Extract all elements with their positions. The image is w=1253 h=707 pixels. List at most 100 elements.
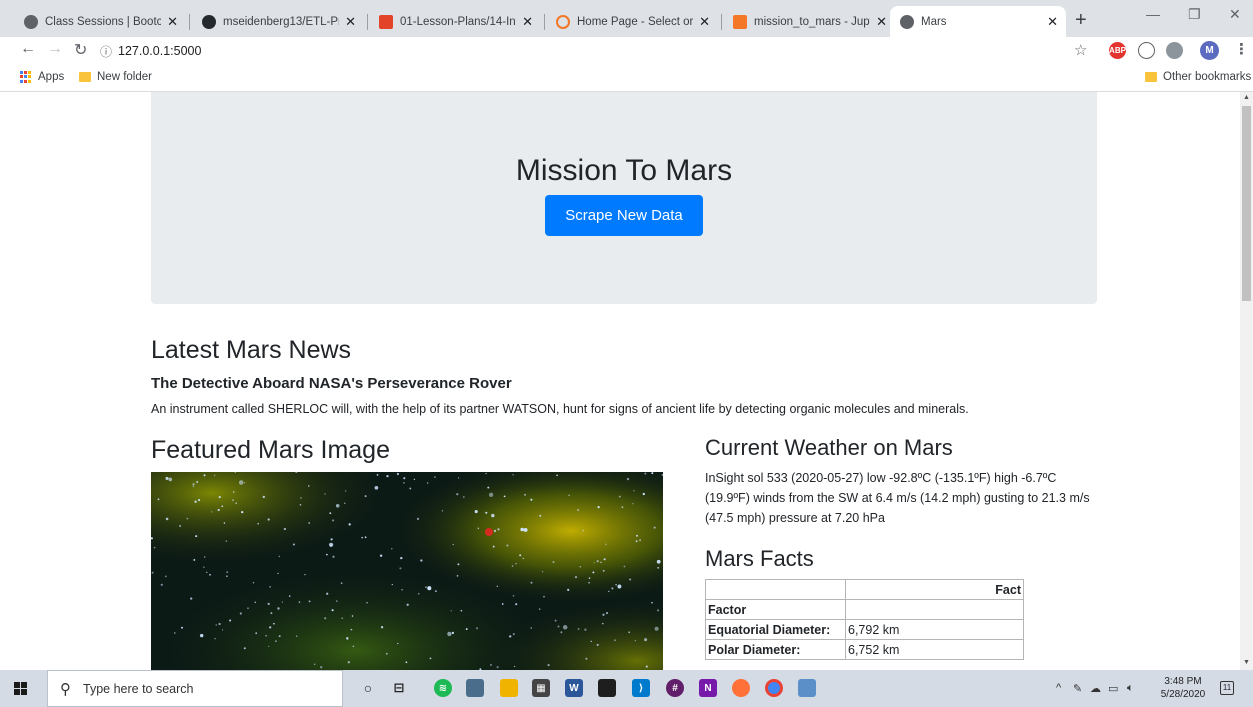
window-close-button[interactable]: ✕ [1229,6,1241,23]
featured-mars-image [151,472,663,670]
forward-button[interactable]: → [47,40,63,58]
tab-separator [189,14,190,30]
task-view-icon[interactable]: ⊟ [390,679,408,697]
adblock-extension-icon[interactable]: ABP [1109,42,1126,59]
info-icon[interactable]: ⓘ [100,43,112,60]
weather-text: InSight sol 533 (2020-05-27) low -92.8ºC… [705,471,1090,525]
jumbotron: Mission To Mars Scrape New Data [151,92,1097,304]
browser-tab-active[interactable]: Mars ✕ [890,6,1066,37]
scrape-new-data-button[interactable]: Scrape New Data [545,195,703,236]
close-icon[interactable]: ✕ [345,14,356,30]
reload-button[interactable]: ↻ [74,40,87,60]
taskbar-search-input[interactable]: ⚲ Type here to search [47,670,343,707]
page-scrollbar[interactable]: ▲ ▼ [1240,92,1253,670]
extension-icon[interactable] [1138,42,1155,59]
vscode-icon[interactable]: ⟩ [632,679,650,697]
scroll-down-icon[interactable]: ▼ [1243,659,1250,666]
url-text: 127.0.0.1:5000 [118,44,202,58]
new-folder-label: New folder [97,71,152,83]
table-cell-label: Equatorial Diameter: [705,619,846,640]
other-bookmarks-label: Other bookmarks [1163,71,1252,83]
address-bar[interactable]: ⓘ 127.0.0.1:5000 [100,39,1060,63]
close-icon[interactable]: ✕ [876,14,887,30]
news-paragraph: An instrument called SHERLOC will, with … [151,402,969,416]
calculator-icon[interactable]: ▦ [532,679,550,697]
browser-tab[interactable]: 01-Lesson-Plans/14-Intro- ✕ [369,6,541,37]
clock-time: 3:48 PM [1164,676,1202,687]
search-placeholder: Type here to search [83,681,194,696]
browser-tab[interactable]: Home Page - Select or cre ✕ [546,6,718,37]
tab-title: Class Sessions | Bootcamp [45,15,162,28]
firefox-icon[interactable] [732,679,750,697]
table-cell-value [845,599,1024,620]
extension-check-icon[interactable] [1166,42,1183,59]
table-cell-value: 6,752 km [845,639,1024,660]
onenote-icon[interactable]: N [699,679,717,697]
close-icon[interactable]: ✕ [1047,14,1058,30]
windows-start-icon[interactable] [14,682,27,695]
apps-grid-icon [20,71,32,83]
terminal-icon[interactable] [598,679,616,697]
pen-icon[interactable]: ✎ [1073,682,1082,695]
tab-separator [367,14,368,30]
battery-icon[interactable]: ▭ [1108,682,1118,695]
bookmarks-bar: Apps New folder Other bookmarks [0,65,1253,92]
notebook-icon [733,14,747,29]
tab-separator [544,14,545,30]
bookmark-star-icon[interactable]: ☆ [1074,41,1087,59]
notification-center-icon[interactable]: 11 [1220,681,1234,695]
tab-title: mission_to_mars - Jupyter [754,15,870,28]
mars-facts-table: Fact Factor Equatorial Diameter: 6,792 k… [705,579,1024,660]
chrome-icon[interactable] [765,679,783,697]
app-icon[interactable] [798,679,816,697]
spotify-icon[interactable]: ≋ [434,679,452,697]
table-row: Fact [705,579,1024,600]
close-icon[interactable]: ✕ [699,14,710,30]
minimize-button[interactable]: — [1146,6,1160,22]
cloud-icon[interactable]: ☁ [1090,682,1101,695]
taskbar-clock[interactable]: 3:48 PM 5/28/2020 [1158,675,1208,701]
restore-button[interactable]: ❐ [1188,6,1201,23]
browser-tab[interactable]: mseidenberg13/ETL-Project ✕ [192,6,364,37]
github-icon [202,14,216,29]
table-cell [705,579,846,600]
profile-avatar[interactable]: M [1200,41,1219,60]
cortana-icon[interactable]: ○ [359,679,377,697]
mars-facts-heading: Mars Facts [705,546,814,571]
tab-title: Mars [921,15,947,28]
globe-icon [900,14,914,29]
tab-title: Home Page - Select or cre [577,15,694,28]
word-icon[interactable]: W [565,679,583,697]
new-folder-bookmark[interactable]: New folder [79,71,152,83]
menu-dots-icon[interactable]: ⋮ [1234,40,1249,58]
volume-icon[interactable]: 🔈︎ [1127,682,1134,695]
browser-tab[interactable]: mission_to_mars - Jupyter ✕ [723,6,895,37]
table-cell-value: 6,792 km [845,619,1024,640]
app-icon[interactable] [466,679,484,697]
table-row: Factor [705,599,1024,620]
close-icon[interactable]: ✕ [522,14,533,30]
apps-bookmark[interactable]: Apps [20,71,64,83]
folder-icon [79,72,91,82]
browser-tab[interactable]: Class Sessions | Bootcamp ✕ [14,6,186,37]
windows-taskbar: ⚲ Type here to search ○ ⊟ ≋ ▦ W ⟩ # N ^ … [0,670,1253,707]
tab-separator [721,14,722,30]
scrollbar-thumb[interactable] [1242,106,1251,301]
apps-label: Apps [38,71,65,83]
new-tab-button[interactable]: + [1075,9,1087,32]
jupyter-icon [556,14,570,29]
page-viewport: Mission To Mars Scrape New Data Latest M… [0,92,1240,670]
search-icon: ⚲ [60,680,71,698]
table-row: Equatorial Diameter: 6,792 km [705,619,1024,640]
news-title: The Detective Aboard NASA's Perseverance… [151,375,512,392]
file-explorer-icon[interactable] [500,679,518,697]
slack-icon[interactable]: # [666,679,684,697]
back-button[interactable]: ← [20,40,36,58]
close-icon[interactable]: ✕ [167,14,178,30]
news-heading: Latest Mars News [151,336,352,364]
scroll-up-icon[interactable]: ▲ [1243,94,1250,101]
other-bookmarks[interactable]: Other bookmarks [1145,71,1251,83]
tray-chevron-icon[interactable]: ^ [1056,682,1061,694]
globe-icon [24,14,38,29]
tab-title: mseidenberg13/ETL-Project [223,15,339,28]
